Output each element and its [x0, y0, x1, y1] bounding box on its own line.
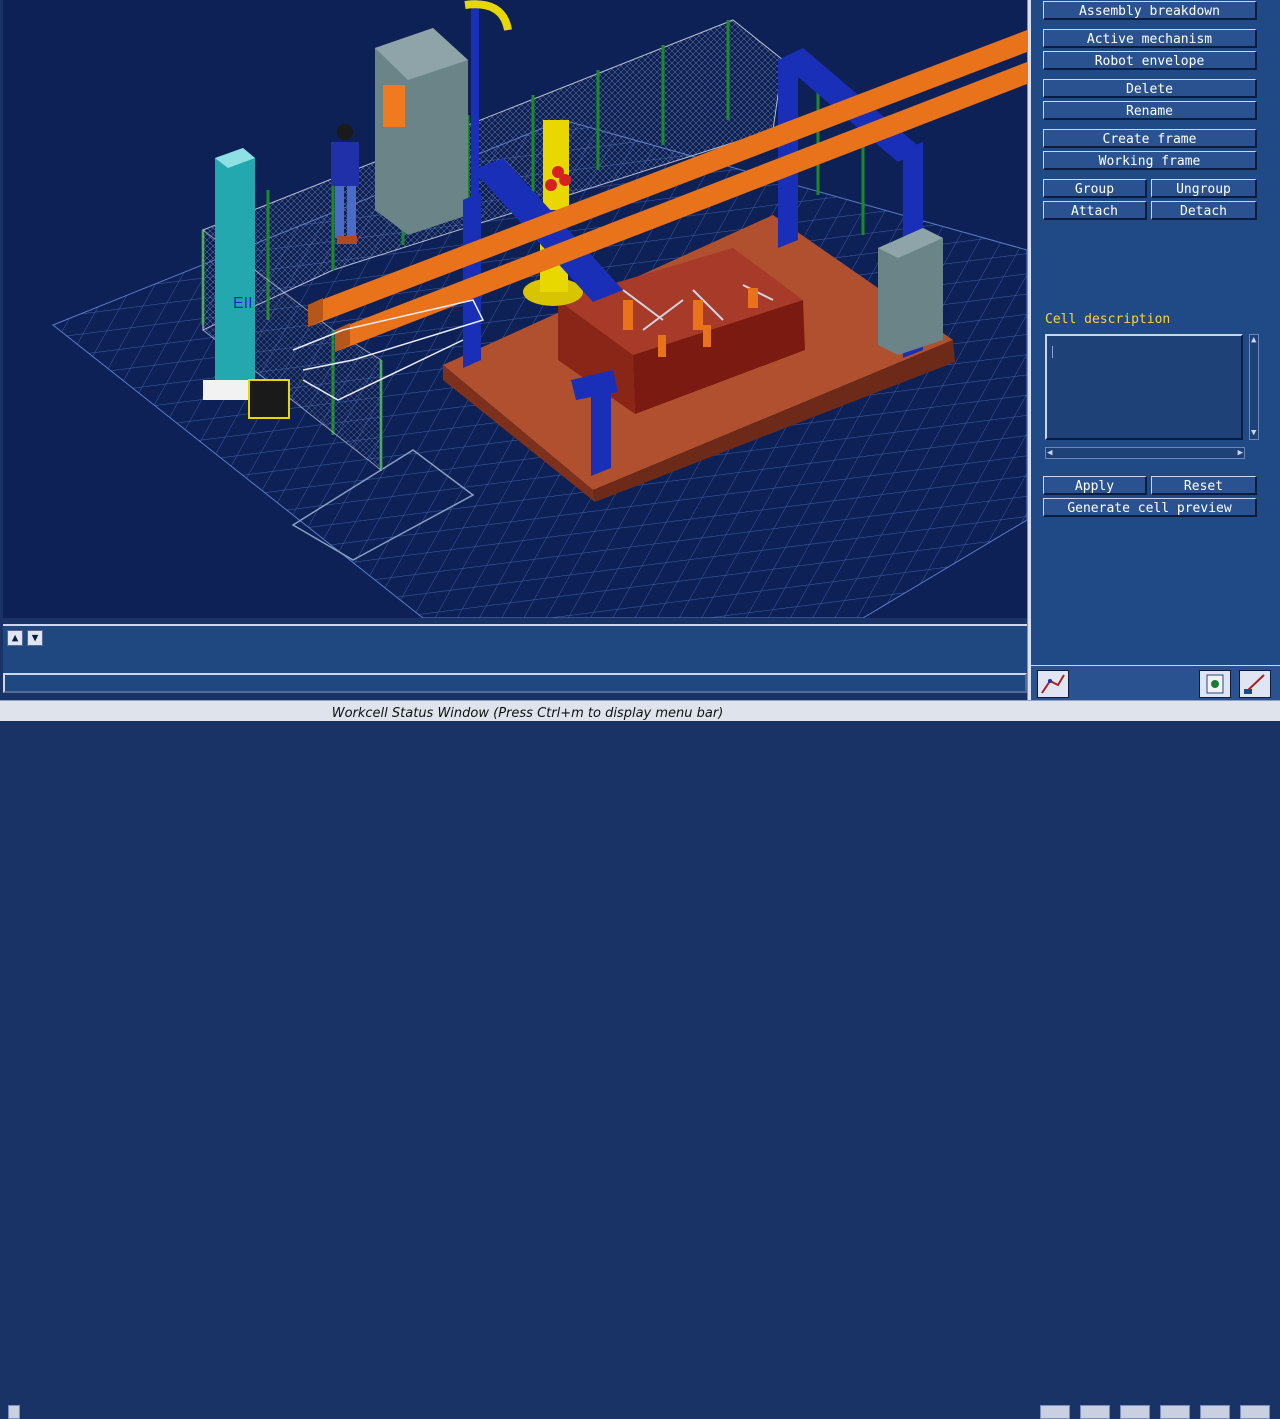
control-cabinet: [375, 28, 468, 235]
delete-button[interactable]: Delete: [1043, 79, 1257, 98]
mode-tab-4[interactable]: [1160, 1405, 1190, 1419]
log-scroll-up-icon[interactable]: ▲: [7, 630, 23, 646]
working-frame-button[interactable]: Working frame: [1043, 151, 1257, 170]
mode-tab-3[interactable]: [1120, 1405, 1150, 1419]
scroll-left-icon[interactable]: ◀: [1047, 449, 1052, 458]
message-log: ▲ ▼: [3, 624, 1027, 674]
robot-envelope-button[interactable]: Robot envelope: [1043, 51, 1257, 70]
cell-description-vertical-scrollbar[interactable]: ▲ ▼: [1249, 334, 1259, 440]
workcell-scene: EII: [52, 0, 1027, 618]
command-panel: Assembly breakdown Active mechanism Robo…: [1031, 0, 1280, 665]
log-scroll-down-icon[interactable]: ▼: [27, 630, 43, 646]
drawing-tool-icon[interactable]: [1239, 670, 1271, 698]
scroll-down-icon[interactable]: ▼: [1251, 429, 1256, 438]
assembly-breakdown-button[interactable]: Assembly breakdown: [1043, 1, 1257, 20]
electrical-cabinet: [878, 228, 943, 355]
generate-cell-preview-button[interactable]: Generate cell preview: [1043, 498, 1257, 517]
attach-button[interactable]: Attach: [1043, 201, 1147, 220]
cell-description-label: Cell description: [1045, 312, 1171, 327]
active-mechanism-button[interactable]: Active mechanism: [1043, 29, 1257, 48]
group-button[interactable]: Group: [1043, 179, 1147, 198]
tool-icon-bar: [1031, 665, 1280, 701]
rename-button[interactable]: Rename: [1043, 101, 1257, 120]
status-bar-handle[interactable]: [8, 1405, 20, 1419]
crane-pole: [471, 0, 479, 210]
notepad-icon[interactable]: [1199, 670, 1231, 698]
mode-tab-5[interactable]: [1200, 1405, 1230, 1419]
mode-tab-6[interactable]: [1240, 1405, 1270, 1419]
cell-description-horizontal-scrollbar[interactable]: ◀ ▶: [1045, 447, 1245, 459]
robot-arm-icon[interactable]: [1037, 670, 1069, 698]
cell-description-textarea[interactable]: [1045, 334, 1243, 440]
scroll-up-icon[interactable]: ▲: [1251, 336, 1256, 345]
svg-text:EII: EII: [233, 295, 253, 312]
reset-button[interactable]: Reset: [1151, 476, 1257, 495]
apply-button[interactable]: Apply: [1043, 476, 1147, 495]
status-bar: Workcell Status Window (Press Ctrl+m to …: [0, 700, 1280, 1419]
mode-tab-1[interactable]: [1040, 1405, 1070, 1419]
3d-viewport[interactable]: EII: [3, 0, 1029, 618]
ungroup-button[interactable]: Ungroup: [1151, 179, 1257, 198]
mode-tab-2[interactable]: [1080, 1405, 1110, 1419]
status-text: Workcell Status Window (Press Ctrl+m to …: [331, 706, 724, 721]
text-caret: [1052, 346, 1053, 358]
detach-button[interactable]: Detach: [1151, 201, 1257, 220]
scroll-right-icon[interactable]: ▶: [1238, 449, 1243, 458]
command-input[interactable]: [3, 673, 1027, 693]
create-frame-button[interactable]: Create frame: [1043, 129, 1257, 148]
